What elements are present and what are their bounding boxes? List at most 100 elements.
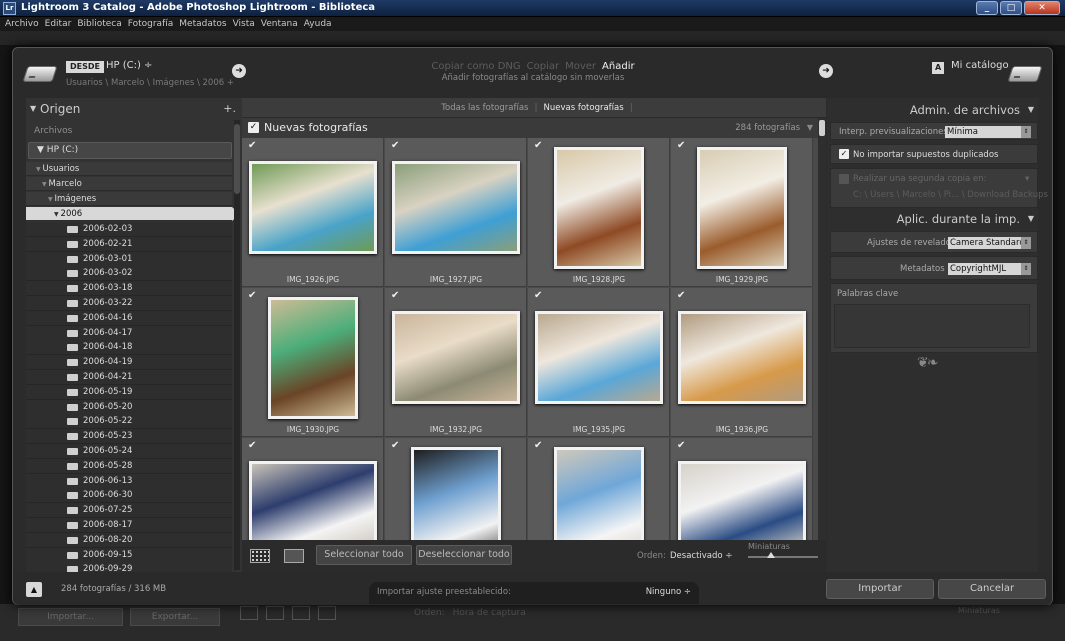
photo-cell[interactable]: ✔ IMG_1929.JPG — [671, 138, 813, 287]
photo-checkbox[interactable]: ✔ — [248, 290, 256, 301]
select-all-button[interactable]: Seleccionar todo — [316, 545, 412, 565]
drive-item[interactable]: ▼ HP (C:) — [28, 142, 232, 159]
photo-checkbox[interactable]: ✔ — [248, 140, 256, 151]
folder-item[interactable]: 2006-04-19 — [26, 355, 232, 371]
import-mode-0[interactable]: Copiar como DNG — [431, 61, 520, 72]
loupe-view-icon[interactable] — [284, 549, 304, 563]
section-menu-icon[interactable]: ▼ — [807, 123, 813, 132]
deselect-all-button[interactable]: Deseleccionar todo — [416, 545, 512, 565]
source-drive-selector[interactable]: HP (C:) ÷ — [106, 60, 152, 71]
folder-item[interactable]: 2006-03-18 — [26, 281, 232, 297]
folder-item[interactable]: 2006-04-21 — [26, 370, 232, 385]
import-mode-2[interactable]: Mover — [565, 61, 596, 72]
folder-item[interactable]: 2006-09-15 — [26, 547, 232, 563]
photo-checkbox[interactable]: ✔ — [534, 440, 542, 451]
menu-ayuda[interactable]: Ayuda — [304, 17, 332, 31]
file-handling-header[interactable]: Admin. de archivos ▼ — [827, 100, 1038, 120]
photo-cell[interactable]: ✔ — [242, 438, 384, 540]
sort-select[interactable]: Desactivado ÷ — [670, 551, 732, 561]
tab-all-photos[interactable]: Todas las fotografías — [435, 103, 534, 113]
photo-cell[interactable]: ✔ IMG_1936.JPG — [671, 288, 813, 437]
folder-item[interactable]: 2006-02-03 — [26, 222, 232, 237]
maximize-icon[interactable]: □ — [1000, 1, 1022, 15]
photo-cell[interactable]: ✔ IMG_1926.JPG — [242, 138, 384, 287]
photo-cell[interactable]: ✔ IMG_1932.JPG — [385, 288, 527, 437]
folder-item[interactable]: 2006-03-01 — [26, 251, 232, 267]
photo-checkbox[interactable]: ✔ — [391, 140, 399, 151]
photo-checkbox[interactable]: ✔ — [677, 140, 685, 151]
menu-vista[interactable]: Vista — [233, 17, 255, 31]
folder-item[interactable]: 2006-07-25 — [26, 503, 232, 519]
tree-item[interactable]: ▼ 2006 — [26, 207, 240, 221]
photo-checkbox[interactable]: ✔ — [248, 440, 256, 451]
photo-checkbox[interactable]: ✔ — [677, 290, 685, 301]
menu-archivo[interactable]: Archivo — [5, 17, 39, 31]
tree-item[interactable]: ▼ Usuarios — [26, 162, 232, 176]
folder-item[interactable]: 2006-05-19 — [26, 384, 232, 400]
tab-new-photos[interactable]: Nuevas fotografías — [538, 103, 630, 113]
folder-item[interactable]: 2006-05-28 — [26, 458, 232, 474]
folder-item[interactable]: 2006-04-16 — [26, 310, 232, 326]
photo-cell[interactable]: ✔ — [385, 438, 527, 540]
menu-fotografía[interactable]: Fotografía — [128, 17, 174, 31]
photo-checkbox[interactable]: ✔ — [391, 290, 399, 301]
photo-checkbox[interactable]: ✔ — [391, 440, 399, 451]
folder-icon — [67, 448, 78, 455]
photo-thumbnail — [554, 447, 644, 540]
cancel-button[interactable]: Cancelar — [938, 579, 1046, 599]
scrollbar-thumb[interactable] — [819, 120, 825, 136]
grid-scrollbar[interactable] — [818, 118, 826, 540]
close-icon[interactable]: ✕ — [1024, 1, 1060, 15]
menu-metadatos[interactable]: Metadatos — [179, 17, 226, 31]
source-panel-header[interactable]: ▼ Origen +. — [26, 98, 242, 120]
menu-ventana[interactable]: Ventana — [261, 17, 298, 31]
preview-select[interactable]: Mínima ⇕ — [945, 126, 1031, 138]
develop-select[interactable]: Camera Standard ⇕ — [948, 237, 1031, 249]
keywords-input[interactable] — [834, 304, 1030, 348]
tree-item[interactable]: ▼ Marcelo — [26, 177, 232, 191]
slider-knob[interactable] — [767, 552, 775, 558]
menu-editar[interactable]: Editar — [45, 17, 72, 31]
photo-cell[interactable]: ✔ IMG_1927.JPG — [385, 138, 527, 287]
folder-item[interactable]: 2006-04-17 — [26, 325, 232, 341]
folder-item[interactable]: 2006-05-24 — [26, 444, 232, 459]
folder-item[interactable]: 2006-03-02 — [26, 266, 232, 282]
folder-item[interactable]: 2006-04-18 — [26, 340, 232, 356]
photo-cell[interactable]: ✔ IMG_1935.JPG — [528, 288, 670, 437]
folder-item[interactable]: 2006-03-22 — [26, 296, 232, 311]
folder-item[interactable]: 2006-06-13 — [26, 473, 232, 489]
preset-select[interactable]: Ninguno ÷ — [646, 587, 691, 597]
scrollbar-thumb[interactable] — [234, 124, 240, 194]
grid-view-icon[interactable] — [250, 549, 270, 563]
no-duplicates-checkbox[interactable]: ✓ — [839, 149, 849, 159]
apply-during-import-header[interactable]: Aplic. durante la imp. ▼ — [827, 209, 1038, 229]
add-source-icon[interactable]: +. — [223, 98, 236, 120]
photo-cell[interactable]: ✔ IMG_1928.JPG — [528, 138, 670, 287]
photo-cell[interactable]: ✔ — [671, 438, 813, 540]
folder-item[interactable]: 2006-05-20 — [26, 399, 232, 415]
photo-cell[interactable]: ✔ — [528, 438, 670, 540]
menu-biblioteca[interactable]: Biblioteca — [77, 17, 121, 31]
folder-item[interactable]: 2006-02-21 — [26, 236, 232, 252]
folder-item[interactable]: 2006-05-22 — [26, 414, 232, 430]
tree-item[interactable]: ▼ Imágenes — [26, 192, 232, 206]
import-footer: ▲ 284 fotografías / 316 MB Importar ajus… — [13, 572, 1052, 605]
collapse-up-icon[interactable]: ▲ — [26, 582, 42, 597]
photo-cell[interactable]: ✔ IMG_1930.JPG — [242, 288, 384, 437]
source-scrollbar[interactable] — [234, 120, 240, 570]
metadata-select[interactable]: CopyrightMJL ⇕ — [948, 263, 1031, 275]
folder-item[interactable]: 2006-06-30 — [26, 488, 232, 504]
folder-item[interactable]: 2006-08-17 — [26, 518, 232, 533]
select-all-checkbox[interactable]: ✓ — [248, 122, 259, 133]
photo-checkbox[interactable]: ✔ — [534, 140, 542, 151]
import-mode-1[interactable]: Copiar — [527, 61, 559, 72]
import-button[interactable]: Importar — [826, 579, 934, 599]
photo-checkbox[interactable]: ✔ — [677, 440, 685, 451]
minimize-icon[interactable]: _ — [976, 1, 998, 15]
second-copy-checkbox[interactable] — [839, 174, 849, 184]
import-mode-3[interactable]: Añadir — [602, 61, 635, 72]
photo-checkbox[interactable]: ✔ — [534, 290, 542, 301]
folder-item[interactable]: 2006-05-23 — [26, 429, 232, 445]
thumbnail-size-slider[interactable] — [748, 556, 818, 558]
folder-item[interactable]: 2006-08-20 — [26, 532, 232, 548]
